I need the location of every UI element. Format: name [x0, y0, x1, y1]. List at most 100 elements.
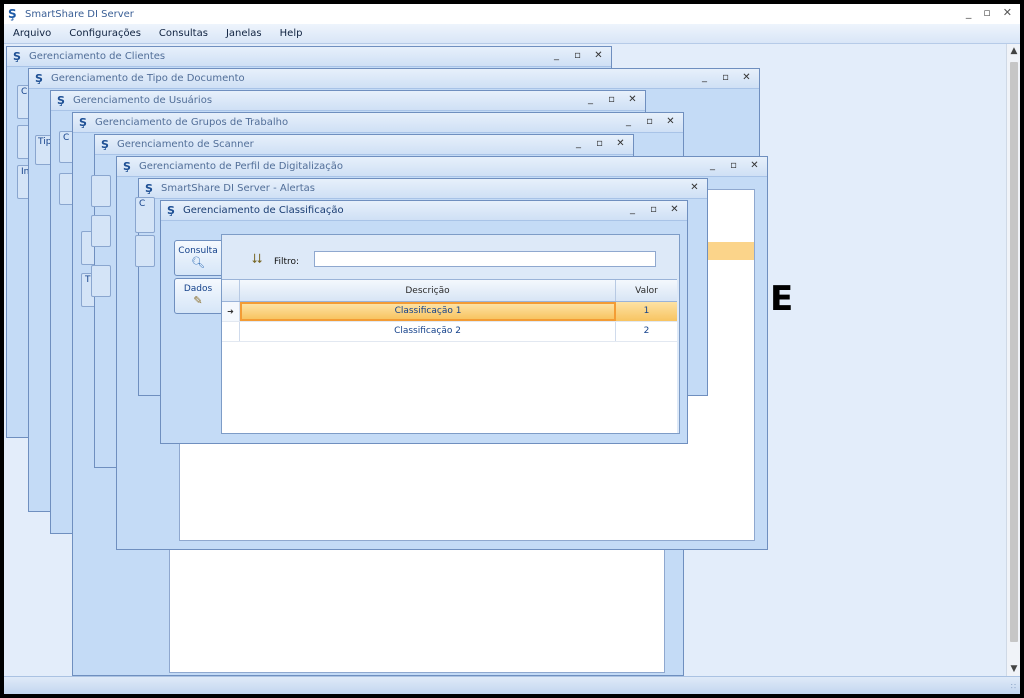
menu-consultas[interactable]: Consultas: [150, 28, 217, 39]
tab-stub[interactable]: [91, 215, 111, 247]
minimize-icon[interactable]: _: [966, 6, 972, 19]
tab-label: C: [63, 133, 70, 143]
window-titlebar[interactable]: Ş Gerenciamento de Usuários: [51, 91, 645, 111]
overlay-letter: E: [770, 279, 794, 319]
restore-icon[interactable]: ▫: [721, 72, 730, 83]
table-row[interactable]: ➜ Classificação 1 1: [222, 302, 677, 322]
row-indicator: [222, 322, 240, 341]
tab-label: Consulta: [178, 246, 218, 256]
smartshare-logo-icon: Ş: [167, 203, 175, 217]
restore-icon[interactable]: ▫: [595, 138, 604, 149]
minimize-icon[interactable]: _: [700, 72, 709, 83]
smartshare-logo-icon: Ş: [8, 7, 17, 21]
menu-help[interactable]: Help: [271, 28, 312, 39]
scroll-up-icon[interactable]: ▲: [1007, 46, 1020, 56]
window-title: Gerenciamento de Perfil de Digitalização: [139, 161, 344, 172]
row-indicator-header: [222, 280, 240, 301]
window-titlebar[interactable]: Ş Gerenciamento de Clientes: [7, 47, 611, 67]
close-icon[interactable]: ✕: [670, 204, 679, 215]
resize-grip-icon[interactable]: ∷: [1011, 682, 1016, 691]
close-icon[interactable]: ✕: [616, 138, 625, 149]
column-header-valor[interactable]: Valor: [616, 280, 677, 301]
smartshare-logo-icon: Ş: [123, 159, 131, 173]
close-icon[interactable]: ✕: [690, 182, 699, 193]
smartshare-logo-icon: Ş: [101, 137, 109, 151]
window-title: Gerenciamento de Classificação: [183, 205, 344, 216]
table-row[interactable]: Classificação 2 2: [222, 322, 677, 342]
cell-valor[interactable]: 1: [616, 302, 677, 321]
minimize-icon[interactable]: _: [708, 160, 717, 171]
window-titlebar[interactable]: Ş Gerenciamento de Tipo de Documento: [29, 69, 759, 89]
menu-arquivo[interactable]: Arquivo: [4, 28, 60, 39]
smartshare-logo-icon: Ş: [35, 71, 43, 85]
tab-consulta[interactable]: Consulta 🔍︎: [174, 240, 222, 276]
close-icon[interactable]: ✕: [628, 94, 637, 105]
close-icon[interactable]: ✕: [594, 50, 603, 61]
tab-label: Dados: [183, 284, 213, 294]
window-titlebar[interactable]: Ş Gerenciamento de Classificação: [161, 201, 687, 221]
minimize-icon[interactable]: _: [574, 138, 583, 149]
restore-icon[interactable]: ▫: [983, 6, 990, 19]
tab-dados[interactable]: Dados ✎: [174, 278, 222, 314]
menu-janelas[interactable]: Janelas: [217, 28, 271, 39]
filter-input[interactable]: [314, 251, 656, 267]
window-titlebar[interactable]: Ş Gerenciamento de Scanner: [95, 135, 633, 155]
close-icon[interactable]: ✕: [666, 116, 675, 127]
restore-icon[interactable]: ▫: [607, 94, 616, 105]
tab-label: C: [21, 87, 28, 97]
minimize-icon[interactable]: _: [628, 204, 637, 215]
edit-document-icon: ✎: [193, 294, 203, 307]
minimize-icon[interactable]: _: [586, 94, 595, 105]
minimize-icon[interactable]: _: [624, 116, 633, 127]
tab-stub[interactable]: [135, 235, 155, 267]
restore-icon[interactable]: ▫: [645, 116, 654, 127]
restore-icon[interactable]: ▫: [649, 204, 658, 215]
window-controls: _ ▫ ✕: [708, 160, 759, 171]
filter-label: Filtro:: [274, 257, 300, 267]
window-controls: _ ▫ ✕: [586, 94, 637, 105]
smartshare-logo-icon: Ş: [13, 49, 21, 63]
window-controls: _ ▫ ✕: [574, 138, 625, 149]
window-title: Gerenciamento de Scanner: [117, 139, 254, 150]
column-header-descricao[interactable]: Descrição: [240, 280, 616, 301]
window-title: Gerenciamento de Usuários: [73, 95, 213, 106]
minimize-icon[interactable]: _: [552, 50, 561, 61]
grid-header: Descrição Valor: [222, 280, 677, 302]
restore-icon[interactable]: ▫: [573, 50, 582, 61]
vertical-scrollbar[interactable]: ▲ ▼: [1006, 44, 1020, 676]
window-controls: _ ▫ ✕: [700, 72, 751, 83]
selected-row-fragment: [702, 242, 754, 260]
tab-stub[interactable]: [91, 175, 111, 207]
filter-icon: ⮇: [252, 252, 263, 267]
smartshare-logo-icon: Ş: [57, 93, 65, 107]
app-window: Ş SmartShare DI Server _ ▫ ✕ Arquivo Con…: [4, 4, 1020, 694]
scroll-down-icon[interactable]: ▼: [1007, 664, 1020, 674]
close-icon[interactable]: ✕: [742, 72, 751, 83]
scroll-thumb[interactable]: [1010, 62, 1018, 642]
app-window-controls: _ ▫ ✕: [966, 6, 1012, 19]
menubar: Arquivo Configurações Consultas Janelas …: [4, 24, 1020, 44]
mdi-area: Ş Gerenciamento de Clientes _ ▫ ✕ C In Ş…: [4, 44, 1006, 676]
close-icon[interactable]: ✕: [1003, 6, 1012, 19]
window-titlebar[interactable]: Ş Gerenciamento de Perfil de Digitalizaç…: [117, 157, 767, 177]
window-title: Gerenciamento de Tipo de Documento: [51, 73, 245, 84]
tab-label: C: [139, 199, 146, 209]
app-titlebar[interactable]: Ş SmartShare DI Server _ ▫ ✕: [4, 4, 1020, 24]
close-icon[interactable]: ✕: [750, 160, 759, 171]
tab-label: T: [85, 275, 91, 285]
magnifier-icon: 🔍︎: [191, 256, 205, 269]
cell-descricao[interactable]: Classificação 2: [240, 322, 616, 341]
consulta-panel: ⮇ Filtro: Descrição Valor ➜ Classificaçã…: [221, 234, 680, 434]
cell-valor[interactable]: 2: [616, 322, 677, 341]
menu-configuracoes[interactable]: Configurações: [60, 28, 150, 39]
window-title: Gerenciamento de Grupos de Trabalho: [95, 117, 289, 128]
tab-stub[interactable]: C: [135, 197, 155, 233]
window-titlebar[interactable]: Ş Gerenciamento de Grupos de Trabalho: [73, 113, 683, 133]
app-title: SmartShare DI Server: [25, 8, 134, 20]
window-titlebar[interactable]: Ş SmartShare DI Server - Alertas: [139, 179, 707, 199]
tab-stub[interactable]: [91, 265, 111, 297]
window-controls: _ ▫ ✕: [624, 116, 675, 127]
restore-icon[interactable]: ▫: [729, 160, 738, 171]
cell-descricao[interactable]: Classificação 1: [240, 302, 616, 321]
window-title: Gerenciamento de Clientes: [29, 51, 166, 62]
